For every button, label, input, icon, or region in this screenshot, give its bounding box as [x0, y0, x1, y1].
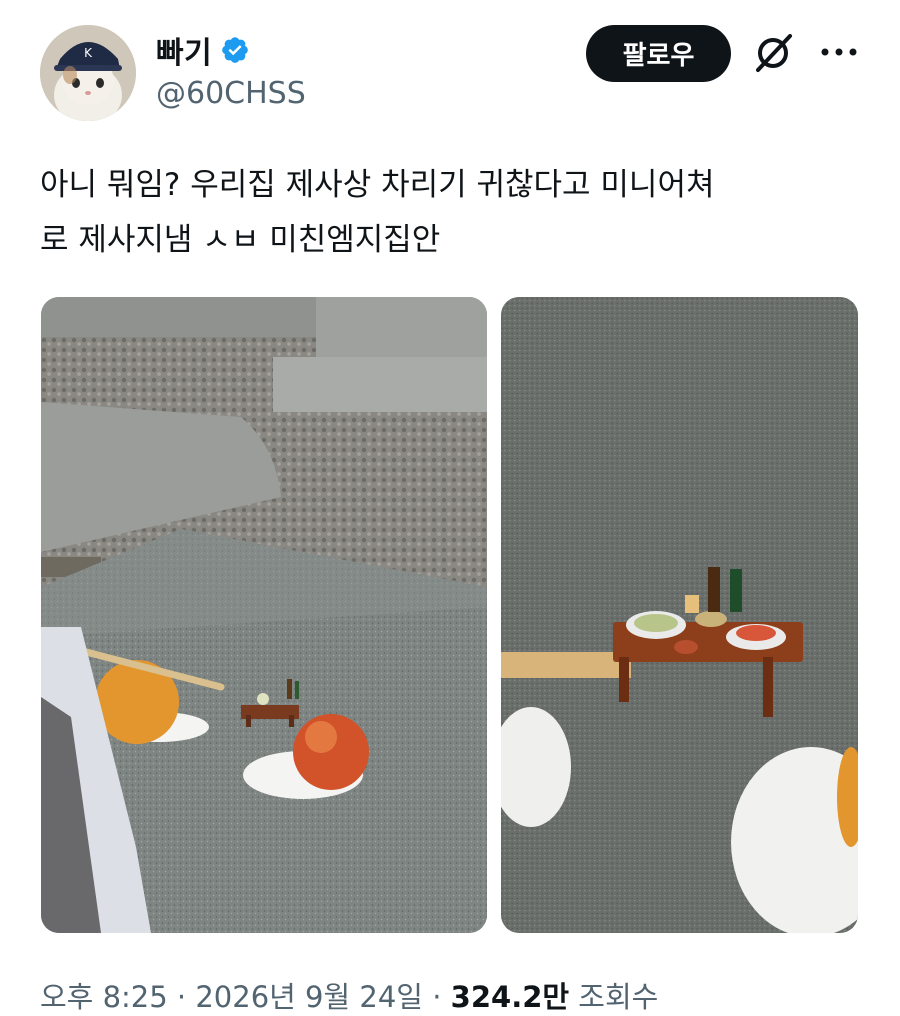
cat-avatar-icon: K: [40, 25, 136, 121]
author-handle[interactable]: @60CHSS: [156, 76, 306, 111]
views-count: 324.2만: [450, 980, 570, 1014]
photo-miniature-table-closeup-image: [501, 297, 858, 933]
tweet-time[interactable]: 오후 8:25: [40, 980, 168, 1014]
slash-circle-icon[interactable]: [750, 30, 796, 76]
tweet-text: 아니 뭐임? 우리집 제사상 차리기 귀찮다고 미니어쳐 로 제사지냄 ㅅㅂ 미…: [40, 167, 715, 258]
views-label: 조회수: [578, 980, 659, 1014]
meta-separator: ·: [176, 980, 187, 1014]
svg-text:K: K: [84, 46, 93, 60]
tweet-photo-2[interactable]: [501, 297, 858, 933]
photo-grave-miniature-image: [41, 297, 487, 933]
author-name-row[interactable]: 빠기: [156, 28, 250, 72]
avatar[interactable]: K: [40, 25, 136, 121]
tweet-photo-1[interactable]: [41, 297, 487, 933]
author-display-name[interactable]: 빠기: [156, 28, 212, 72]
follow-button[interactable]: 팔로우: [586, 25, 731, 82]
verified-badge-icon: [222, 37, 249, 63]
ellipsis-icon[interactable]: [818, 40, 860, 64]
tweet-date[interactable]: 2026년 9월 24일: [195, 980, 423, 1014]
meta-separator: ·: [432, 980, 442, 1014]
